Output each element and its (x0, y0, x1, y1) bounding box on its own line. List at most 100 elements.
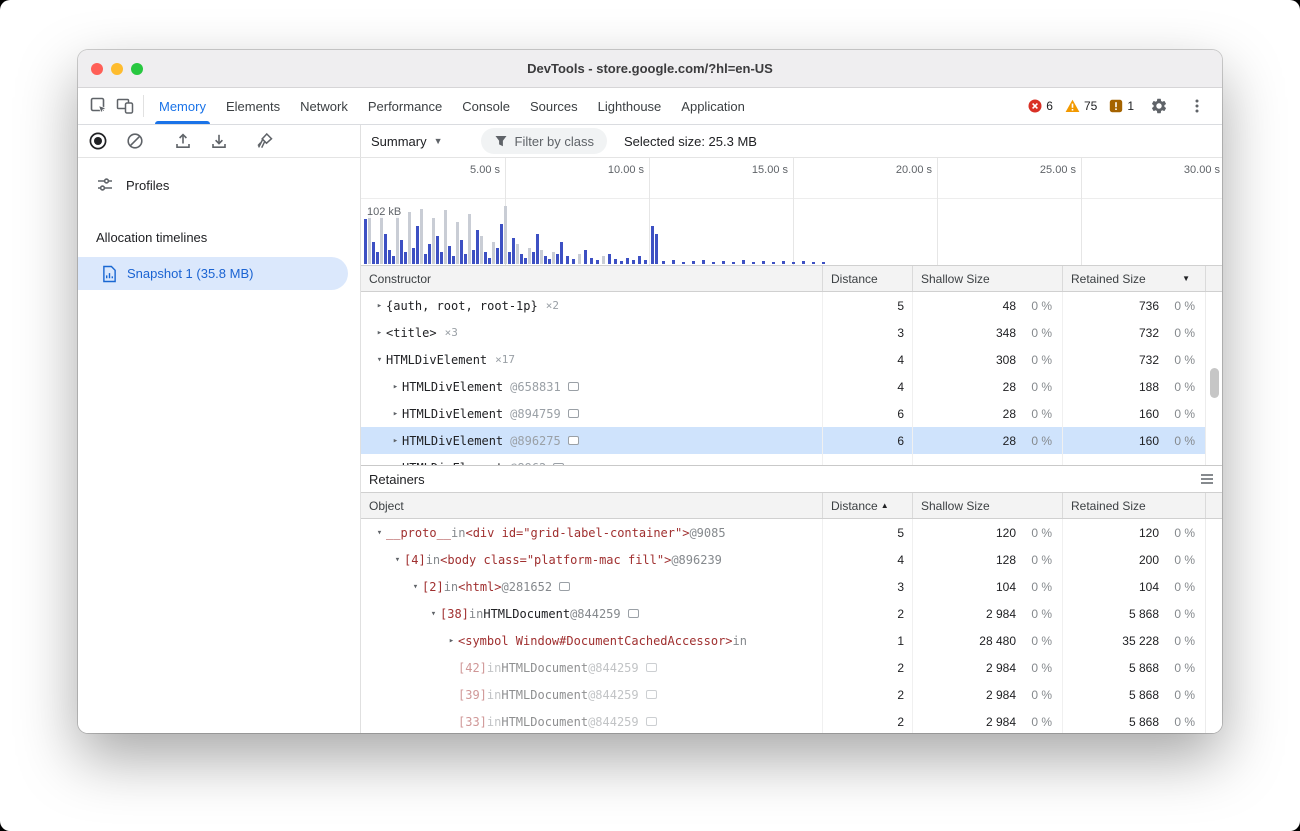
load-profile-button[interactable] (171, 129, 195, 153)
column-header-distance[interactable]: Distance (822, 266, 912, 291)
allocation-bar (712, 262, 715, 264)
tab-elements[interactable]: Elements (216, 88, 290, 124)
more-options-button[interactable] (1184, 93, 1210, 119)
screen-background: DevTools - store.google.com/?hl=en-US Me… (0, 0, 1300, 831)
retainer-row[interactable]: [39] in HTMLDocument @84425922 9840 %5 8… (361, 681, 1205, 708)
perspective-select[interactable]: Summary ▼ (371, 134, 443, 149)
expand-arrow-down-icon[interactable]: ▾ (409, 582, 422, 592)
allocation-bar (424, 254, 427, 264)
allocation-bar (742, 260, 745, 264)
retained-size-cell: 5 8680 % (1062, 600, 1205, 627)
distance-cell: 2 (822, 681, 912, 708)
retainer-row[interactable]: ▾[4] in <body class="platform-mac fill">… (361, 546, 1205, 573)
tab-network[interactable]: Network (290, 88, 358, 124)
expand-arrow-right-icon[interactable]: ▸ (389, 409, 402, 419)
scrollbar-thumb[interactable] (1210, 368, 1219, 398)
reveal-in-elements-icon[interactable] (568, 382, 579, 391)
expand-arrow-down-icon[interactable]: ▾ (391, 555, 404, 565)
error-icon (1028, 99, 1042, 113)
allocation-bar (500, 224, 503, 264)
retainer-row[interactable]: ▸<symbol Window#DocumentCachedAccessor> … (361, 627, 1205, 654)
column-header-object[interactable]: Object (361, 493, 822, 518)
retainer-row[interactable]: ▾[38] in HTMLDocument @84425922 9840 %5 … (361, 600, 1205, 627)
reveal-in-elements-icon[interactable] (568, 409, 579, 418)
expand-arrow-right-icon[interactable]: ▸ (373, 328, 386, 338)
save-profile-button[interactable] (207, 129, 231, 153)
zoom-window-button[interactable] (131, 63, 143, 75)
reveal-in-elements-icon[interactable] (568, 436, 579, 445)
record-heap-button[interactable] (86, 129, 110, 153)
console-warnings-badge[interactable]: 75 (1065, 99, 1097, 113)
sort-asc-icon: ▲ (881, 501, 889, 510)
reveal-in-elements-icon[interactable] (646, 690, 657, 699)
retainers-section-header[interactable]: Retainers (361, 465, 1222, 492)
allocation-bar (651, 226, 654, 264)
toggle-device-toolbar-button[interactable] (112, 93, 138, 119)
constructor-row[interactable]: ▸HTMLDivElement@6588314280 %1880 % (361, 373, 1205, 400)
class-filter-input[interactable]: Filter by class (481, 128, 607, 154)
retainers-menu-button[interactable] (1200, 473, 1214, 488)
issues-badge[interactable]: 1 (1109, 99, 1134, 113)
constructor-row[interactable]: ▸<title>×333480 %7320 % (361, 319, 1205, 346)
reveal-in-elements-icon[interactable] (646, 717, 657, 726)
retainer-row[interactable]: [42] in HTMLDocument @84425922 9840 %5 8… (361, 654, 1205, 681)
allocation-timeline-overview[interactable]: 102 kB 5.00 s10.00 s15.00 s20.00 s25.00 … (361, 158, 1222, 265)
column-header-retainers-retained-size[interactable]: Retained Size (1062, 493, 1205, 518)
expand-arrow-down-icon[interactable]: ▾ (427, 609, 440, 619)
constructor-row[interactable]: ▾HTMLDivElement×1743080 %7320 % (361, 346, 1205, 373)
retainer-row[interactable]: ▾[2] in <html> @28165231040 %1040 % (361, 573, 1205, 600)
sidebar-item-snapshot-1[interactable]: Snapshot 1 (35.8 MB) (78, 257, 348, 290)
constructor-row[interactable]: ▸HTMLDivElement@8962 (361, 454, 1205, 465)
allocation-bar (524, 258, 527, 264)
column-header-constructor[interactable]: Constructor (361, 266, 822, 291)
collect-garbage-button[interactable] (253, 129, 277, 153)
shallow-size-cell: 3080 % (912, 346, 1062, 373)
constructor-row[interactable]: ▸HTMLDivElement@8962756280 %1600 % (361, 427, 1205, 454)
constructor-row[interactable]: ▸{auth, root, root-1p}×25480 %7360 % (361, 292, 1205, 319)
column-header-shallow-size[interactable]: Shallow Size (912, 266, 1062, 291)
issue-count: 1 (1127, 99, 1134, 113)
retained-size-cell: 7320 % (1062, 319, 1205, 346)
column-header-retainers-distance[interactable]: Distance ▲ (822, 493, 912, 518)
console-errors-badge[interactable]: 6 (1028, 99, 1053, 113)
shallow-size-cell (912, 454, 1062, 465)
retainer-row[interactable]: [33] in HTMLDocument @84425922 9840 %5 8… (361, 708, 1205, 733)
reveal-in-elements-icon[interactable] (646, 663, 657, 672)
reveal-in-elements-icon[interactable] (559, 582, 570, 591)
reveal-in-elements-icon[interactable] (628, 609, 639, 618)
retained-size-cell-value: 5 868 (1063, 607, 1159, 621)
minimize-window-button[interactable] (111, 63, 123, 75)
clear-profiles-button[interactable] (123, 129, 147, 153)
tab-lighthouse[interactable]: Lighthouse (588, 88, 672, 124)
tab-memory[interactable]: Memory (149, 88, 216, 124)
column-header-retained-size[interactable]: Retained Size ▼ (1062, 266, 1205, 291)
shallow-size-cell-percent: 0 % (1016, 526, 1062, 540)
grid-line (649, 158, 650, 265)
expand-arrow-down-icon[interactable]: ▾ (373, 355, 386, 365)
allocation-bar (460, 240, 463, 264)
tab-sources[interactable]: Sources (520, 88, 588, 124)
tab-application[interactable]: Application (671, 88, 755, 124)
sidebar-item-profiles[interactable]: Profiles (78, 170, 360, 200)
inspect-element-button[interactable] (86, 93, 112, 119)
settings-button[interactable] (1146, 93, 1172, 119)
object-text: [42] (458, 661, 487, 675)
object-cell: ▸<symbol Window#DocumentCachedAccessor> … (361, 627, 822, 654)
expand-arrow-right-icon[interactable]: ▸ (373, 301, 386, 311)
object-text: @844259 (588, 715, 639, 729)
retainer-row[interactable]: ▾__proto__ in <div id="grid-label-contai… (361, 519, 1205, 546)
devtools-window: DevTools - store.google.com/?hl=en-US Me… (78, 50, 1222, 733)
expand-arrow-right-icon[interactable]: ▸ (445, 636, 458, 646)
tab-console[interactable]: Console (452, 88, 520, 124)
vertical-scrollbar[interactable] (1205, 292, 1222, 465)
column-header-retainers-shallow-size[interactable]: Shallow Size (912, 493, 1062, 518)
expand-arrow-right-icon[interactable]: ▸ (389, 382, 402, 392)
close-window-button[interactable] (91, 63, 103, 75)
tab-performance[interactable]: Performance (358, 88, 452, 124)
constructor-row[interactable]: ▸HTMLDivElement@8947596280 %1600 % (361, 400, 1205, 427)
shallow-size-cell: 28 4800 % (912, 627, 1062, 654)
grid-line (1081, 158, 1082, 265)
expand-arrow-down-icon[interactable]: ▾ (373, 528, 386, 538)
object-id: @658831 (510, 380, 561, 394)
expand-arrow-right-icon[interactable]: ▸ (389, 436, 402, 446)
